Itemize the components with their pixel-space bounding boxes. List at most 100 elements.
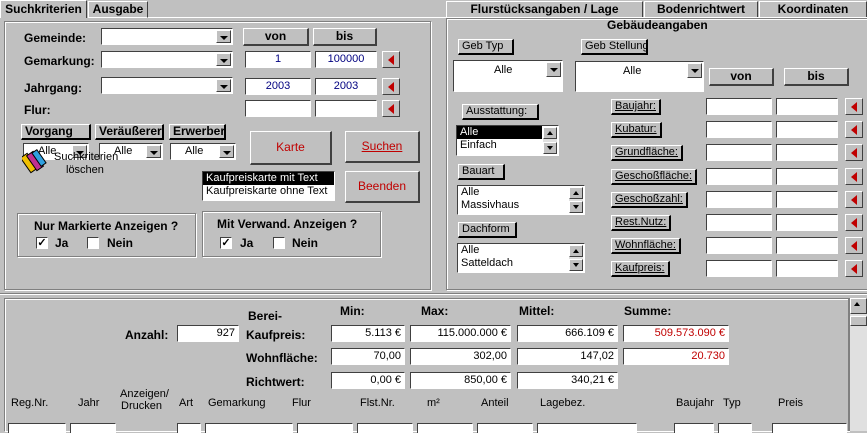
range-pick-arrow-icon[interactable]	[845, 191, 863, 208]
chevron-down-icon[interactable]	[216, 53, 231, 66]
karte-anzeigen-button[interactable]: Karte anzeigen	[250, 131, 332, 185]
nur-markierte-ja-checkbox[interactable]: ✓	[36, 237, 48, 249]
col-header-art[interactable]: Art	[179, 397, 193, 409]
erwerber-select[interactable]: Alle	[170, 143, 236, 160]
eraser-icon[interactable]	[19, 148, 48, 176]
jahrgang-select[interactable]	[101, 77, 233, 94]
jahrgang-pick-arrow-icon[interactable]	[382, 78, 400, 95]
col-header-flur[interactable]: Flur	[292, 397, 311, 409]
chevron-down-icon[interactable]	[219, 145, 234, 158]
tab-bodenrichtwert[interactable]: Bodenrichtwert	[644, 1, 758, 17]
range-to-input[interactable]	[776, 168, 838, 185]
col-header-typ[interactable]: Typ	[723, 397, 741, 409]
range-pick-arrow-icon[interactable]	[845, 214, 863, 231]
list-item[interactable]: Alle	[458, 244, 584, 257]
table-scrollbar[interactable]	[849, 298, 867, 431]
range-from-input[interactable]	[706, 260, 772, 277]
range-to-input[interactable]	[776, 121, 838, 138]
ausstattung-scrollbar[interactable]	[543, 127, 557, 154]
jahrgang-to-input[interactable]: 2003	[315, 78, 377, 95]
col-header-flstnr[interactable]: Flst.Nr.	[360, 397, 395, 409]
tab-flurstuecksangaben[interactable]: Flurstücksangaben / Lage	[446, 1, 643, 17]
range-from-input[interactable]	[706, 98, 772, 115]
building-von-button[interactable]: von	[709, 68, 774, 86]
scroll-down-icon[interactable]	[543, 142, 557, 154]
gemarkung-pick-arrow-icon[interactable]	[382, 51, 400, 68]
list-item[interactable]: Kaufpreiskarte mit Text	[203, 172, 334, 185]
ausstattung-list[interactable]: Alle Einfach	[456, 125, 559, 156]
range-to-input[interactable]	[776, 237, 838, 254]
flur-from-input[interactable]	[245, 100, 311, 117]
tab-koordinaten[interactable]: Koordinaten	[759, 1, 867, 17]
range-from-input[interactable]	[706, 121, 772, 138]
range-pick-arrow-icon[interactable]	[845, 98, 863, 115]
range-to-input[interactable]	[776, 260, 838, 277]
jahrgang-from-input[interactable]: 2003	[245, 78, 311, 95]
range-from-input[interactable]	[706, 168, 772, 185]
range-from-input[interactable]	[706, 237, 772, 254]
range-to-input[interactable]	[776, 144, 838, 161]
flur-pick-arrow-icon[interactable]	[382, 100, 400, 117]
range-pick-arrow-icon[interactable]	[845, 168, 863, 185]
range-pick-arrow-icon[interactable]	[845, 237, 863, 254]
bauart-list[interactable]: Alle Massivhaus	[457, 185, 585, 215]
list-item[interactable]: Alle	[458, 186, 584, 199]
geb-typ-select[interactable]: Alle	[453, 60, 563, 92]
beenden-button[interactable]: Beenden	[345, 171, 420, 203]
range-to-input[interactable]	[776, 214, 838, 231]
scroll-up-icon[interactable]	[850, 298, 867, 314]
gemarkung-select[interactable]	[101, 51, 233, 68]
range-pick-arrow-icon[interactable]	[845, 144, 863, 161]
scroll-up-icon[interactable]	[569, 187, 583, 199]
scroll-thumb[interactable]	[850, 316, 867, 326]
scroll-up-icon[interactable]	[543, 127, 557, 139]
von-button[interactable]: von	[243, 28, 309, 46]
tab-suchkriterien[interactable]: Suchkriterien	[0, 0, 87, 18]
chevron-down-icon[interactable]	[216, 79, 231, 92]
karte-options-list[interactable]: Kaufpreiskarte mit Text Kaufpreiskarte o…	[202, 171, 335, 201]
col-header-jahr[interactable]: Jahr	[78, 397, 99, 409]
list-item[interactable]: Alle	[457, 126, 542, 139]
gemarkung-from-input[interactable]: 1	[245, 51, 311, 68]
chevron-down-icon[interactable]	[146, 145, 161, 158]
chevron-down-icon[interactable]	[216, 30, 231, 43]
dachform-scrollbar[interactable]	[569, 245, 583, 271]
tab-ausgabe[interactable]: Ausgabe	[88, 1, 148, 18]
nur-markierte-nein-checkbox[interactable]	[87, 237, 99, 249]
col-header-m2[interactable]: m²	[427, 397, 440, 409]
col-header-baujahr[interactable]: Baujahr	[676, 397, 714, 409]
geb-stellung-select[interactable]: Alle	[575, 61, 704, 92]
range-to-input[interactable]	[776, 191, 838, 208]
bauart-scrollbar[interactable]	[569, 187, 583, 213]
building-bis-button[interactable]: bis	[784, 68, 849, 86]
col-header-anteil[interactable]: Anteil	[481, 397, 509, 409]
gemeinde-select[interactable]	[101, 28, 233, 45]
col-header-anzeigen[interactable]: Anzeigen/	[120, 388, 169, 400]
table-row[interactable]	[0, 423, 849, 433]
flur-to-input[interactable]	[315, 100, 377, 117]
range-from-input[interactable]	[706, 191, 772, 208]
col-header-gemarkung[interactable]: Gemarkung	[208, 397, 265, 409]
col-header-lagebez[interactable]: Lagebez.	[540, 397, 585, 409]
col-header-preis[interactable]: Preis	[778, 397, 803, 409]
chevron-down-icon[interactable]	[546, 62, 561, 77]
scroll-down-icon[interactable]	[569, 201, 583, 213]
scroll-down-icon[interactable]	[569, 259, 583, 271]
mit-verwand-ja-checkbox[interactable]: ✓	[220, 237, 232, 249]
suchen-button[interactable]: Suchen	[345, 131, 420, 163]
col-header-drucken[interactable]: Drucken	[121, 400, 162, 412]
list-item[interactable]: Kaufpreiskarte ohne Text	[203, 185, 334, 198]
range-from-input[interactable]	[706, 214, 772, 231]
range-to-input[interactable]	[776, 98, 838, 115]
range-pick-arrow-icon[interactable]	[845, 121, 863, 138]
gemarkung-to-input[interactable]: 100000	[315, 51, 377, 68]
scroll-up-icon[interactable]	[569, 245, 583, 257]
range-pick-arrow-icon[interactable]	[845, 260, 863, 277]
mit-verwand-nein-checkbox[interactable]	[273, 237, 285, 249]
list-item[interactable]: Massivhaus	[458, 199, 584, 212]
bis-button[interactable]: bis	[313, 28, 377, 46]
dachform-list[interactable]: Alle Satteldach	[457, 243, 585, 273]
col-header-regnr[interactable]: Reg.Nr.	[11, 397, 48, 409]
list-item[interactable]: Satteldach	[458, 257, 584, 270]
chevron-down-icon[interactable]	[687, 63, 702, 78]
